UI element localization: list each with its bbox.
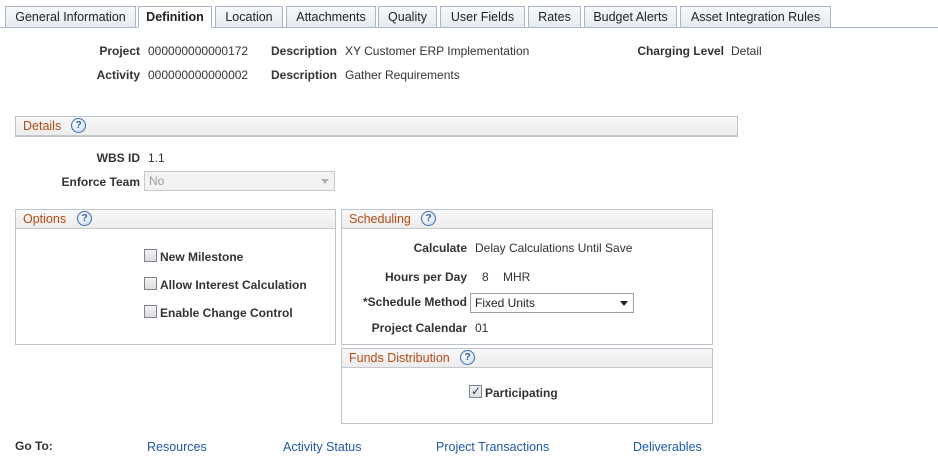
enable-change-control-label: Enable Change Control — [160, 306, 293, 320]
hours-per-day-unit: MHR — [503, 270, 531, 284]
project-label: Project — [99, 44, 140, 58]
enforce-team-value: No — [149, 174, 165, 188]
participating-label: Participating — [485, 386, 558, 400]
new-milestone-checkbox[interactable]: ✓ — [144, 249, 157, 262]
allow-interest-calculation-checkbox[interactable]: ✓ — [144, 277, 157, 290]
tab-asset-integration-rules[interactable]: Asset Integration Rules — [680, 6, 831, 28]
new-milestone-label: New Milestone — [160, 250, 244, 264]
details-group: Details ? — [15, 116, 738, 137]
details-title: Details — [23, 119, 62, 133]
tab-general-information[interactable]: General Information — [5, 6, 136, 28]
calculate-label: Calculate — [413, 241, 467, 255]
tab-user-fields[interactable]: User Fields — [440, 6, 525, 28]
tab-rates[interactable]: Rates — [528, 6, 581, 28]
activity-status-link[interactable]: Activity Status — [283, 440, 362, 454]
details-header: Details ? — [16, 117, 737, 136]
allow-interest-calculation-label: Allow Interest Calculation — [160, 278, 307, 292]
participating-checkbox[interactable]: ✓ — [469, 384, 482, 398]
schedule-method-select[interactable]: Fixed Units — [470, 293, 634, 313]
project-description-label: Description — [270, 44, 337, 58]
deliverables-link[interactable]: Deliverables — [633, 440, 702, 454]
schedule-method-label: *Schedule Method — [362, 295, 467, 309]
enforce-team-select[interactable]: No — [144, 171, 335, 191]
hours-per-day-label: Hours per Day — [384, 270, 467, 284]
check-icon: ✓ — [471, 384, 482, 398]
options-title: Options — [23, 212, 67, 226]
wbs-id-label: WBS ID — [96, 151, 140, 165]
charging-level-value: Detail — [731, 44, 762, 58]
tab-location[interactable]: Location — [215, 6, 283, 28]
tab-budget-alerts[interactable]: Budget Alerts — [584, 6, 677, 28]
tab-attachments[interactable]: Attachments — [286, 6, 376, 28]
scheduling-help-icon[interactable]: ? — [421, 211, 436, 226]
chevron-down-icon — [321, 179, 329, 184]
tab-bar: General Information Definition Location … — [0, 0, 938, 28]
project-calendar-label: Project Calendar — [371, 321, 467, 335]
funds-distribution-help-icon[interactable]: ? — [460, 350, 475, 365]
wbs-id-value: 1.1 — [148, 151, 165, 165]
scheduling-title: Scheduling — [349, 212, 411, 226]
schedule-method-value: Fixed Units — [475, 296, 536, 310]
activity-description-label: Description — [270, 68, 337, 82]
activity-value: 000000000000002 — [148, 68, 249, 82]
hours-per-day-value: 8 — [482, 270, 489, 284]
enforce-team-label: Enforce Team — [61, 175, 140, 189]
project-description-value: XY Customer ERP Implementation — [345, 44, 530, 58]
options-header: Options ? — [16, 210, 335, 229]
tab-quality[interactable]: Quality — [378, 6, 437, 28]
tab-definition[interactable]: Definition — [138, 6, 212, 28]
activity-description-value: Gather Requirements — [345, 68, 460, 82]
activity-label: Activity — [96, 68, 140, 82]
calculate-value: Delay Calculations Until Save — [475, 241, 633, 255]
options-help-icon[interactable]: ? — [77, 211, 92, 226]
enable-change-control-checkbox[interactable]: ✓ — [144, 305, 157, 318]
details-help-icon[interactable]: ? — [71, 118, 86, 133]
project-calendar-value: 01 — [475, 321, 489, 335]
chevron-down-icon — [620, 301, 628, 306]
funds-distribution-header: Funds Distribution ? — [342, 349, 712, 368]
charging-level-label: Charging Level — [637, 44, 724, 58]
resources-link[interactable]: Resources — [147, 440, 207, 454]
funds-distribution-title: Funds Distribution — [349, 351, 450, 365]
project-transactions-link[interactable]: Project Transactions — [436, 440, 549, 454]
scheduling-header: Scheduling ? — [342, 210, 712, 229]
options-group: Options ? — [15, 209, 336, 345]
goto-label: Go To: — [15, 439, 53, 453]
project-value: 000000000000172 — [148, 44, 249, 58]
